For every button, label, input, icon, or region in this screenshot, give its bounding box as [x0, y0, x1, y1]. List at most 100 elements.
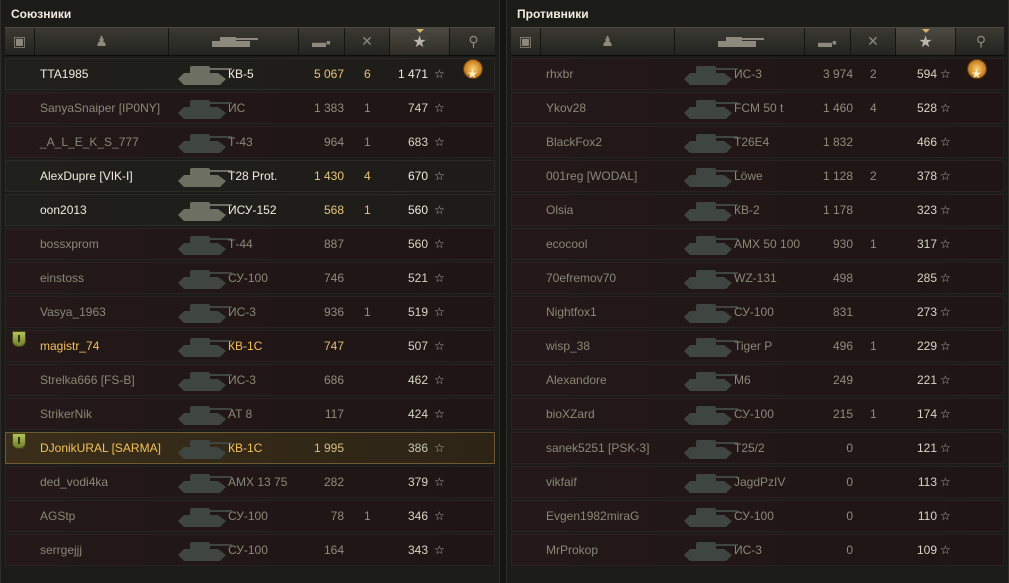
star-outline-icon: ☆: [434, 101, 445, 115]
player-icon: ♟: [95, 33, 108, 49]
damage-value: 1 383: [313, 101, 344, 115]
player-row[interactable]: DJonikURAL [SARMA] КВ-1С 1 995 386 ☆: [5, 432, 495, 464]
sort-damage-button[interactable]: ▬▪: [805, 28, 851, 55]
kills-value: 1: [870, 407, 877, 421]
player-name: Strelka666 [FS-B]: [40, 373, 135, 387]
player-row[interactable]: 001reg [WODAL] Löwe 1 128 2 378 ☆: [511, 160, 1004, 192]
star-outline-icon: ☆: [940, 373, 951, 387]
player-row[interactable]: Strelka666 [FS-B] ИС-3 686 462 ☆: [5, 364, 495, 396]
player-row[interactable]: rhxbr ИС-3 3 974 2 594 ☆: [511, 58, 1004, 90]
xp-value: 229: [916, 339, 937, 353]
sort-xp-button[interactable]: ★: [896, 28, 956, 55]
player-row[interactable]: einstoss СУ-100 746 521 ☆: [5, 262, 495, 294]
player-row[interactable]: Evgen1982miraG СУ-100 0 110 ☆: [511, 500, 1004, 532]
player-row[interactable]: Alexandore M6 249 221 ☆: [511, 364, 1004, 396]
sort-medal-button[interactable]: ⚲: [450, 28, 497, 55]
tank-icon: [717, 36, 764, 47]
player-row[interactable]: ded_vodi4ka AMX 13 75 282 379 ☆: [5, 466, 495, 498]
tank-name: ИС-3: [228, 373, 256, 387]
player-name: _A_L_E_K_S_777: [40, 135, 139, 149]
player-row[interactable]: Ykov28 FCM 50 t 1 460 4 528 ☆: [511, 92, 1004, 124]
tank-image-icon: [680, 195, 740, 225]
kills-icon: ✕: [867, 33, 879, 49]
tank-image-icon: [680, 433, 740, 463]
medal-icon[interactable]: [967, 59, 987, 89]
player-row[interactable]: wisp_38 Tiger P 496 1 229 ☆: [511, 330, 1004, 362]
star-outline-icon: ☆: [434, 373, 445, 387]
player-name: Olsia: [546, 203, 574, 217]
tank-image-icon: [174, 229, 234, 259]
player-row[interactable]: vikfaif JagdPzIV 0 113 ☆: [511, 466, 1004, 498]
star-outline-icon: ☆: [434, 67, 445, 81]
tank-image-icon: [174, 127, 234, 157]
player-name: Ykov28: [546, 101, 587, 115]
player-row[interactable]: TTA1985 КВ-5 5 067 6 1 471 ☆: [5, 58, 495, 90]
sort-kills-button[interactable]: ✕: [851, 28, 896, 55]
xp-value: 560: [407, 203, 428, 217]
tank-name: СУ-100: [228, 509, 268, 523]
player-row[interactable]: oon2013 ИСУ-152 568 1 560 ☆: [5, 194, 495, 226]
tank-name: КВ-2: [734, 203, 760, 217]
sort-kills-button[interactable]: ✕: [345, 28, 390, 55]
player-name: DJonikURAL [SARMA]: [40, 441, 161, 455]
damage-value: 831: [832, 305, 853, 319]
damage-value: 1 430: [313, 169, 344, 183]
player-name: 001reg [WODAL]: [546, 169, 638, 183]
tank-name: СУ-100: [228, 543, 268, 557]
tank-image-icon: [680, 467, 740, 497]
player-row[interactable]: Olsia КВ-2 1 178 323 ☆: [511, 194, 1004, 226]
player-row[interactable]: BlackFox2 T26E4 1 832 466 ☆: [511, 126, 1004, 158]
clan-icon: ▣: [518, 33, 533, 49]
sort-xp-button[interactable]: ★: [390, 28, 450, 55]
sort-clan-button[interactable]: ▣: [5, 28, 35, 55]
player-row[interactable]: bioXZard СУ-100 215 1 174 ☆: [511, 398, 1004, 430]
xp-value: 378: [916, 169, 937, 183]
tank-image-icon: [174, 93, 234, 123]
tank-name: AT 8: [228, 407, 253, 421]
player-row[interactable]: StrikerNik AT 8 117 424 ☆: [5, 398, 495, 430]
player-row[interactable]: 70efremov70 WZ-131 498 285 ☆: [511, 262, 1004, 294]
sort-medal-button[interactable]: ⚲: [956, 28, 1006, 55]
kills-value: 1: [364, 509, 371, 523]
player-row[interactable]: MrProkop ИС-3 0 109 ☆: [511, 534, 1004, 566]
sort-clan-button[interactable]: ▣: [511, 28, 541, 55]
player-row[interactable]: magistr_74 КВ-1С 747 507 ☆: [5, 330, 495, 362]
damage-value: 1 832: [822, 135, 853, 149]
xp-value: 343: [407, 543, 428, 557]
star-outline-icon: ☆: [434, 407, 445, 421]
sort-tank-button[interactable]: [169, 28, 299, 55]
player-row[interactable]: AlexDupre [VIK-I] T28 Prot. 1 430 4 670 ☆: [5, 160, 495, 192]
player-row[interactable]: _A_L_E_K_S_777 Т-43 964 1 683 ☆: [5, 126, 495, 158]
player-row[interactable]: serrgejjj СУ-100 164 343 ☆: [5, 534, 495, 566]
sort-tank-button[interactable]: [675, 28, 805, 55]
xp-value: 521: [407, 271, 428, 285]
xp-value: 317: [916, 237, 937, 251]
player-name: vikfaif: [546, 475, 577, 489]
player-row[interactable]: sanek5251 [PSK-3] T25/2 0 121 ☆: [511, 432, 1004, 464]
player-row[interactable]: ecocool AMX 50 100 930 1 317 ☆: [511, 228, 1004, 260]
player-row[interactable]: AGStp СУ-100 78 1 346 ☆: [5, 500, 495, 532]
sort-damage-button[interactable]: ▬▪: [299, 28, 345, 55]
player-row[interactable]: Nightfox1 СУ-100 831 273 ☆: [511, 296, 1004, 328]
enemies-title: Противники: [517, 7, 589, 21]
damage-value: 0: [846, 543, 853, 557]
player-name: Nightfox1: [546, 305, 597, 319]
enemies-list: rhxbrИС-33 9742594☆Ykov28FCM 50 t1 46045…: [511, 58, 1004, 568]
xp-value: 109: [916, 543, 937, 557]
medal-icon[interactable]: [463, 59, 483, 89]
player-row[interactable]: Vasya_1963 ИС-3 936 1 519 ☆: [5, 296, 495, 328]
tank-image-icon: [174, 297, 234, 327]
tank-image-icon: [174, 331, 234, 361]
xp-value: 273: [916, 305, 937, 319]
allies-list: TTA1985КВ-55 06761 471☆SanyaSnaiper [IP0…: [5, 58, 495, 568]
tank-image-icon: [174, 263, 234, 293]
player-name: BlackFox2: [546, 135, 603, 149]
player-name: ded_vodi4ka: [40, 475, 109, 489]
player-name: AlexDupre [VIK-I]: [40, 169, 133, 183]
sort-player-button[interactable]: ♟: [35, 28, 169, 55]
sort-player-button[interactable]: ♟: [541, 28, 675, 55]
player-row[interactable]: SanyaSnaiper [IP0NY] ИС 1 383 1 747 ☆: [5, 92, 495, 124]
star-outline-icon: ☆: [940, 407, 951, 421]
player-row[interactable]: bossxprom Т-44 887 560 ☆: [5, 228, 495, 260]
clan-badge-icon: [12, 331, 26, 347]
